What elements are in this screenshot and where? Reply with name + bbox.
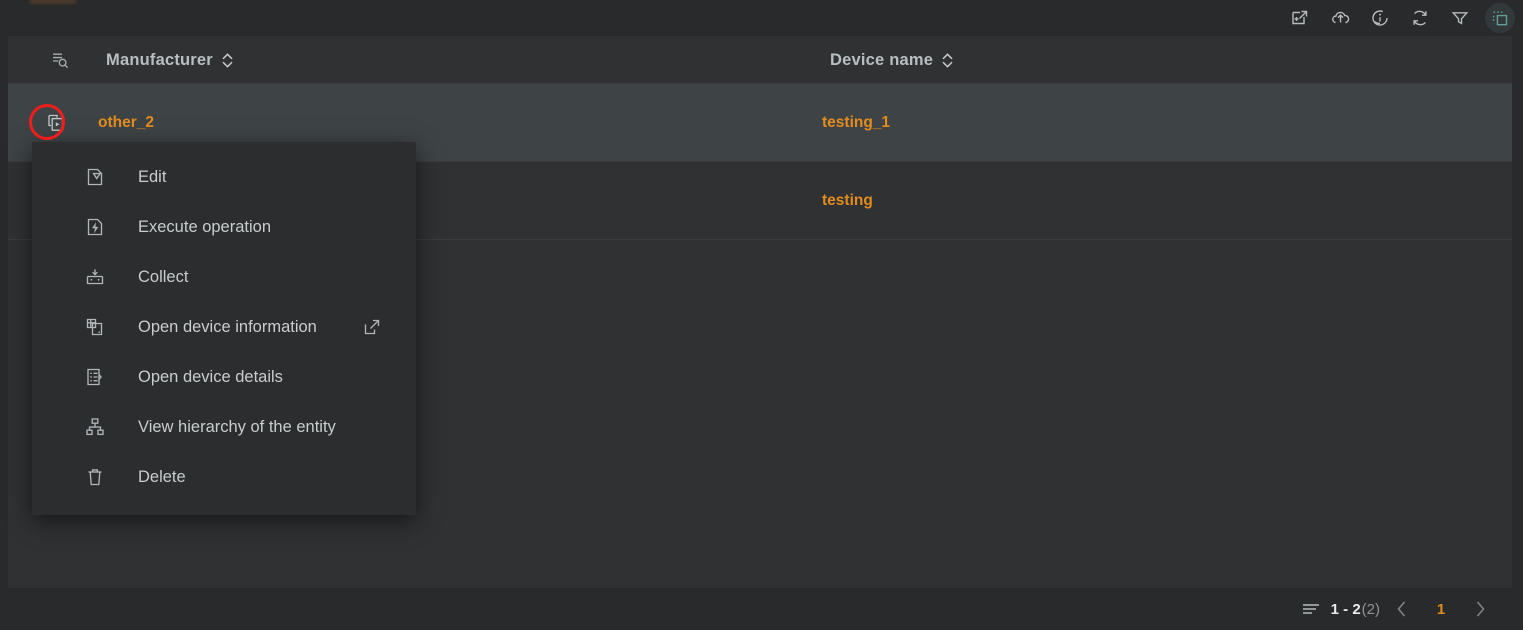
- active-tab-underline: [30, 0, 76, 3]
- cell-device-name[interactable]: testing_1: [822, 84, 890, 162]
- context-menu-item-collect[interactable]: Collect: [32, 252, 416, 302]
- device-info-icon: [82, 314, 108, 340]
- rows-per-page-icon[interactable]: [1301, 602, 1321, 616]
- context-menu-item-delete[interactable]: Delete: [32, 452, 416, 502]
- context-menu-item-label: Execute operation: [138, 217, 272, 236]
- pagination-total: (2): [1361, 600, 1380, 618]
- column-header-device-name[interactable]: Device name: [830, 36, 954, 84]
- table-footer: 1 - 2 (2) 1: [8, 588, 1512, 630]
- multi-select-icon[interactable]: [1485, 3, 1515, 33]
- context-menu-item-open-device-details[interactable]: Open device details: [32, 352, 416, 402]
- pagination-current-page[interactable]: 1: [1424, 601, 1458, 618]
- list-search-icon[interactable]: [30, 36, 90, 84]
- context-menu-item-label: Collect: [138, 267, 189, 286]
- context-menu-item-label: Delete: [138, 467, 186, 486]
- context-menu-item-label: Open device details: [138, 367, 283, 386]
- context-menu-item-label: Edit: [138, 167, 167, 186]
- context-menu-item-label: Open device information: [138, 317, 317, 336]
- pagination-range: 1 - 2: [1330, 600, 1361, 618]
- row-context-menu: Edit Execute operation Collect Open devi…: [32, 142, 416, 515]
- context-menu-item-view-hierarchy[interactable]: View hierarchy of the entity: [32, 402, 416, 452]
- cell-device-name[interactable]: testing: [822, 162, 873, 240]
- table-header-row: Manufacturer Device name: [8, 36, 1512, 84]
- cloud-upload-icon[interactable]: [1325, 3, 1355, 33]
- device-table-page: Manufacturer Device name other_2 testing…: [0, 0, 1523, 630]
- chevron-left-icon[interactable]: [1380, 594, 1424, 624]
- collect-box-icon: [82, 264, 108, 290]
- context-menu-item-open-device-information[interactable]: Open device information: [32, 302, 416, 352]
- context-menu-item-execute-operation[interactable]: Execute operation: [32, 202, 416, 252]
- sort-toggle-icon[interactable]: [941, 52, 954, 69]
- column-header-manufacturer-label: Manufacturer: [106, 50, 213, 69]
- document-edit-icon: [82, 164, 108, 190]
- external-link-icon[interactable]: [363, 318, 381, 336]
- pagination: 1 - 2 (2) 1: [1301, 594, 1512, 624]
- column-header-manufacturer[interactable]: Manufacturer: [106, 36, 234, 84]
- chevron-right-icon[interactable]: [1458, 594, 1502, 624]
- context-menu-item-label: View hierarchy of the entity: [138, 417, 336, 436]
- refresh-icon[interactable]: [1405, 3, 1435, 33]
- top-toolbar: [0, 0, 1523, 36]
- filter-icon[interactable]: [1445, 3, 1475, 33]
- document-lightning-icon: [82, 214, 108, 240]
- document-list-icon: [82, 364, 108, 390]
- sort-toggle-icon[interactable]: [221, 52, 234, 69]
- export-new-window-icon[interactable]: [1285, 3, 1315, 33]
- hierarchy-icon: [82, 414, 108, 440]
- column-header-device-name-label: Device name: [830, 50, 934, 69]
- trash-icon: [82, 464, 108, 490]
- context-menu-item-edit[interactable]: Edit: [32, 152, 416, 202]
- toolbar-icon-group: [1285, 0, 1515, 36]
- info-circle-icon[interactable]: [1365, 3, 1395, 33]
